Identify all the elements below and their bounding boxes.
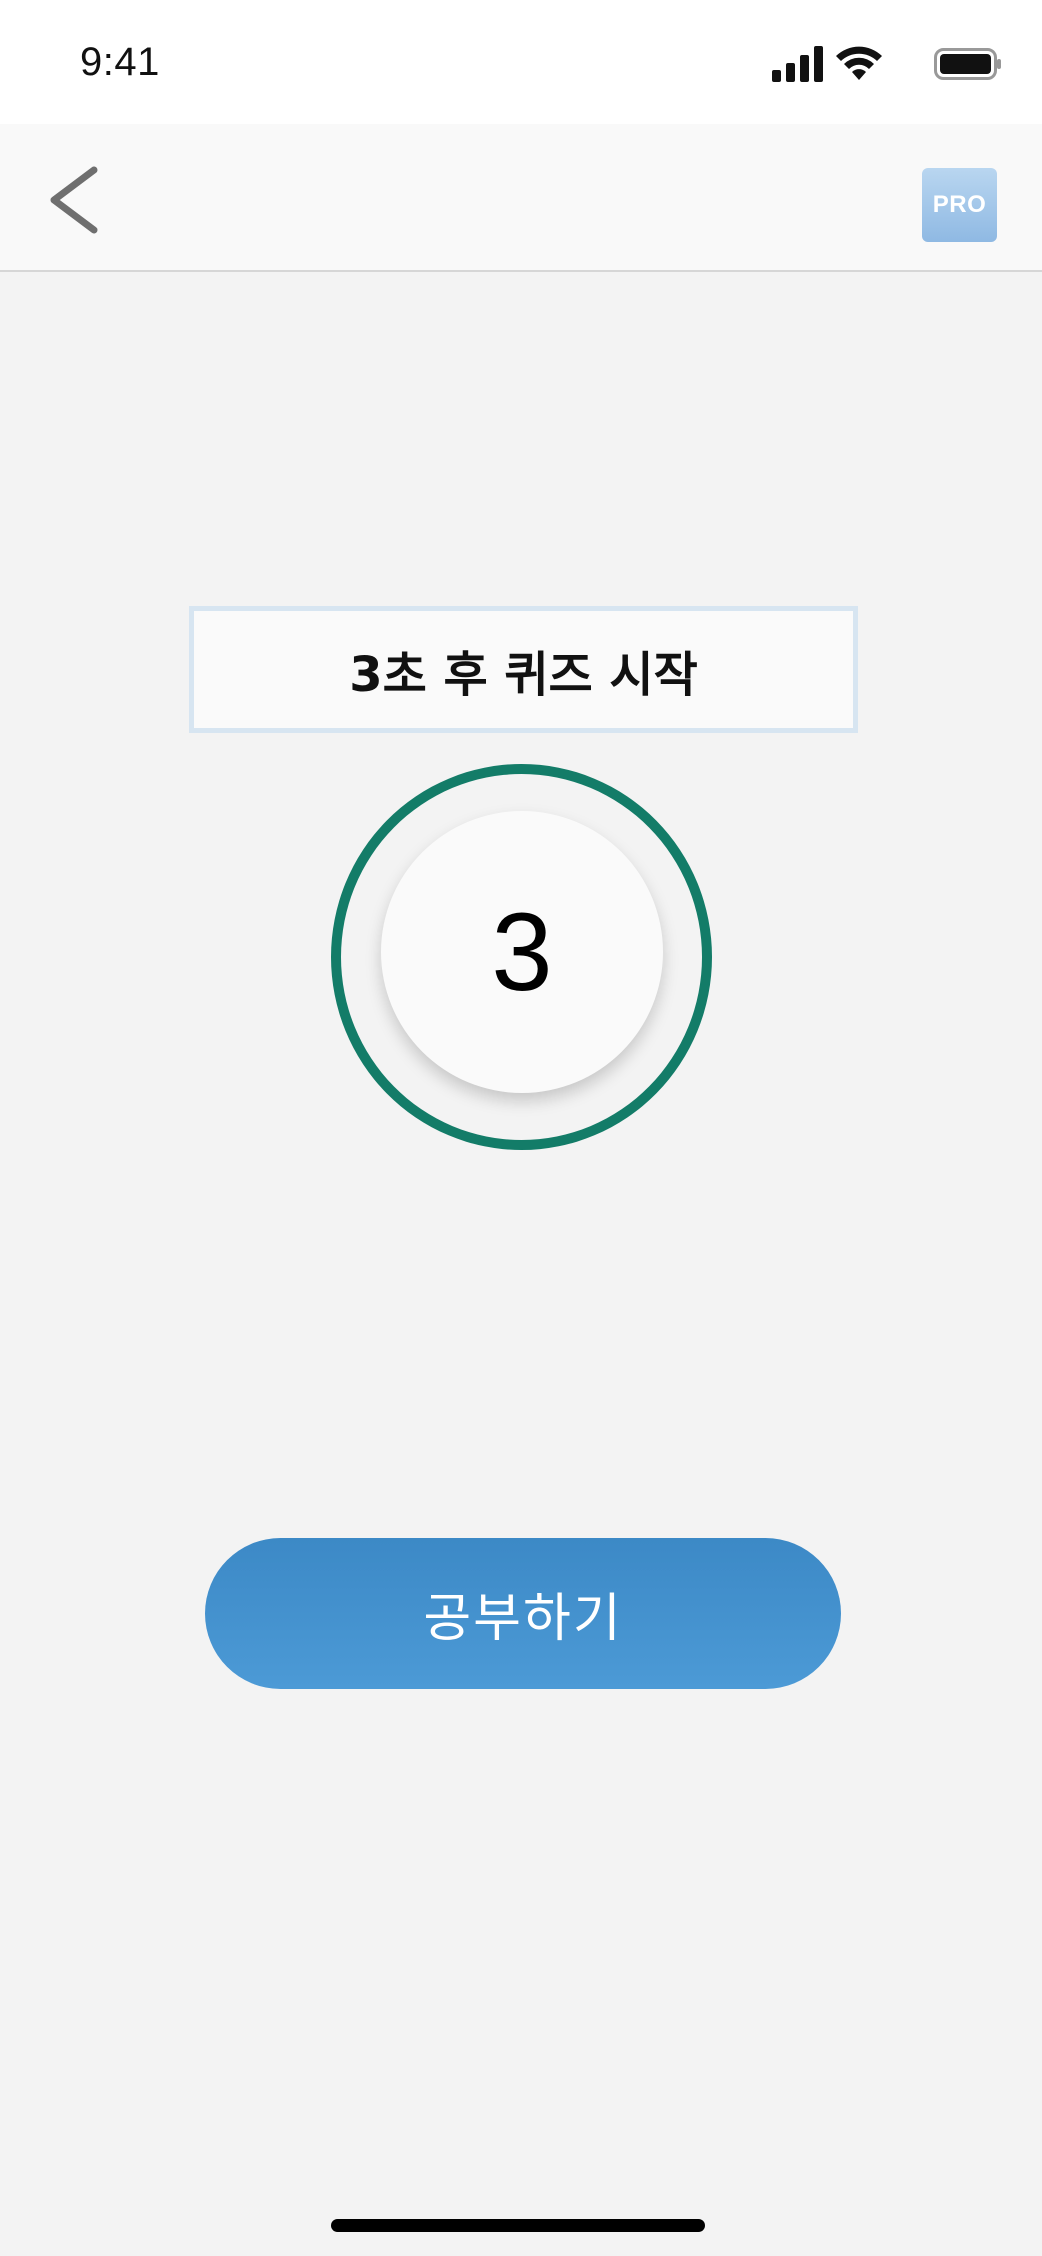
countdown-circle: 3 [381,811,663,1093]
pro-label: PRO [932,191,987,218]
cellular-signal-icon [772,46,823,82]
home-indicator[interactable] [331,2219,705,2232]
quiz-start-text: 3초 후 퀴즈 시작 [349,646,698,703]
wifi-icon [836,46,882,80]
countdown-number: 3 [491,890,553,1014]
status-icons [762,44,1002,84]
chevron-left-icon [50,166,98,234]
navigation-bar: PRO [0,124,1042,272]
quiz-countdown-screen: 9:41 PRO 3초 후 퀴즈 시작 3 공부하기 [0,0,1042,2256]
study-button-label: 공부하기 [423,1589,623,1649]
study-button[interactable]: 공부하기 [205,1538,841,1689]
quiz-start-banner: 3초 후 퀴즈 시작 [189,606,858,733]
battery-icon [934,48,1001,80]
back-button[interactable] [40,160,110,240]
status-time: 9:41 [80,40,160,84]
pro-badge[interactable]: PRO [922,168,997,242]
status-bar: 9:41 [0,0,1042,124]
